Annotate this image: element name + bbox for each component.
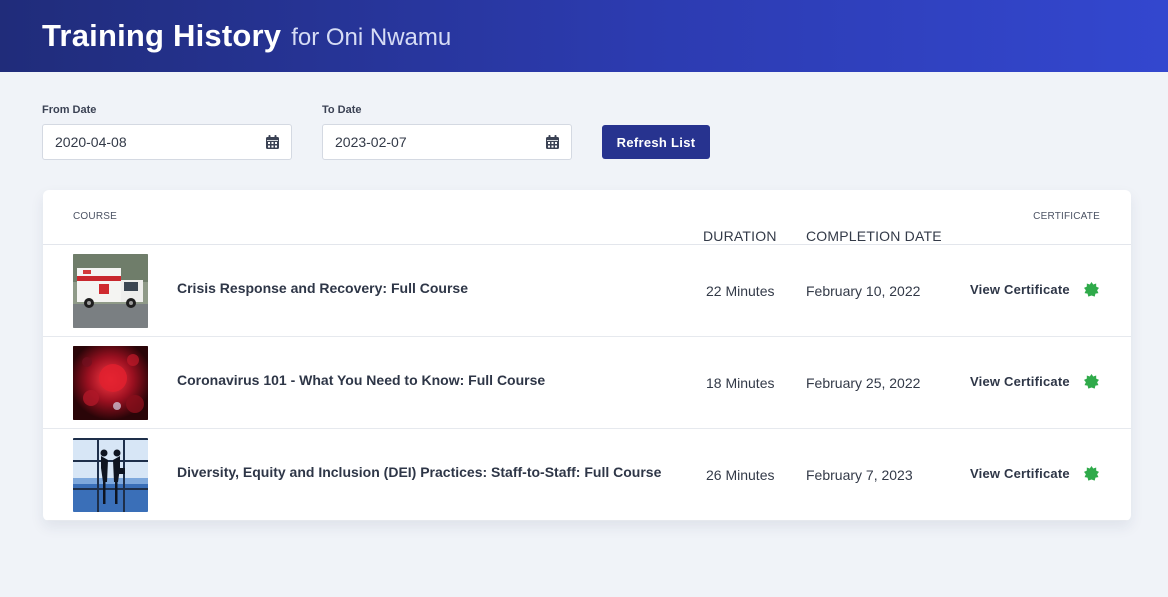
course-name[interactable]: Coronavirus 101 - What You Need to Know:…	[177, 372, 545, 388]
table-header: COURSE DURATION COMPLETION DATE CERTIFIC…	[43, 190, 1131, 245]
to-date-input[interactable]	[335, 134, 535, 150]
view-certificate-link[interactable]: View Certificate	[970, 282, 1070, 297]
column-header-duration: DURATION	[703, 228, 777, 244]
calendar-icon[interactable]	[546, 135, 559, 149]
course-name[interactable]: Crisis Response and Recovery: Full Cours…	[177, 280, 468, 296]
from-date-box[interactable]	[42, 124, 292, 160]
course-name[interactable]: Diversity, Equity and Inclusion (DEI) Pr…	[177, 464, 661, 480]
course-duration: 26 Minutes	[706, 467, 775, 483]
training-history-table: COURSE DURATION COMPLETION DATE CERTIFIC…	[43, 190, 1131, 521]
course-thumbnail-dei[interactable]	[73, 438, 148, 512]
column-header-certificate: CERTIFICATE	[1033, 211, 1100, 222]
from-date-field: From Date	[42, 104, 292, 160]
to-date-field: To Date	[322, 104, 572, 160]
course-duration: 22 Minutes	[706, 283, 775, 299]
view-certificate-link[interactable]: View Certificate	[970, 374, 1070, 389]
page-title: Training History	[42, 18, 282, 53]
verified-badge-icon	[1084, 466, 1099, 481]
page-subtitle: for Oni Nwamu	[291, 24, 452, 51]
table-row: Diversity, Equity and Inclusion (DEI) Pr…	[43, 429, 1131, 521]
view-certificate-link[interactable]: View Certificate	[970, 466, 1070, 481]
refresh-list-button[interactable]: Refresh List	[602, 125, 710, 159]
column-header-completion-date: COMPLETION DATE	[806, 228, 942, 244]
completion-date: February 10, 2022	[806, 283, 921, 299]
table-row: Crisis Response and Recovery: Full Cours…	[43, 245, 1131, 337]
date-filters: From Date To Date	[42, 104, 1142, 164]
completion-date: February 25, 2022	[806, 375, 921, 391]
from-date-label: From Date	[42, 104, 97, 116]
to-date-box[interactable]	[322, 124, 572, 160]
course-duration: 18 Minutes	[706, 375, 775, 391]
completion-date: February 7, 2023	[806, 467, 913, 483]
course-thumbnail-coronavirus[interactable]	[73, 346, 148, 420]
from-date-input[interactable]	[55, 134, 255, 150]
to-date-label: To Date	[322, 104, 362, 116]
calendar-icon[interactable]	[266, 135, 279, 149]
page-header: Training History for Oni Nwamu	[0, 0, 1168, 72]
verified-badge-icon	[1084, 282, 1099, 297]
table-row: Coronavirus 101 - What You Need to Know:…	[43, 337, 1131, 429]
column-header-course: COURSE	[73, 211, 117, 222]
verified-badge-icon	[1084, 374, 1099, 389]
course-thumbnail-ambulance[interactable]	[73, 254, 148, 328]
